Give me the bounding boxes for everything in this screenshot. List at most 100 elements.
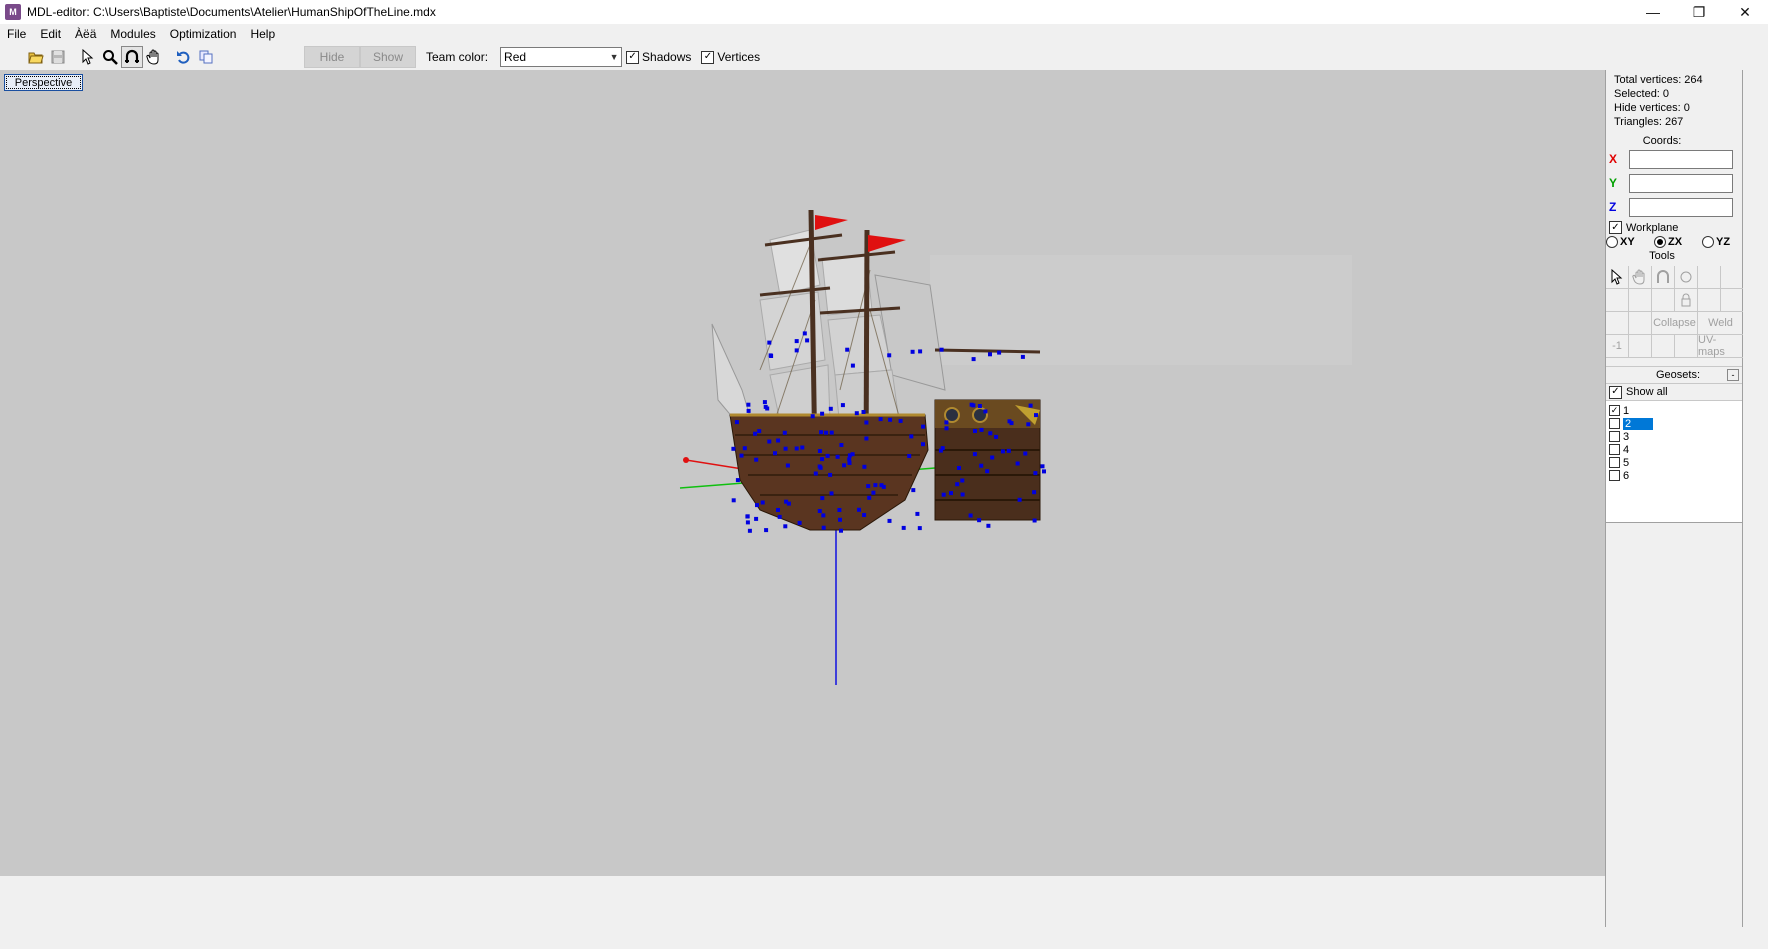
vertex-marker [762,400,767,405]
coord-y-input[interactable] [1629,173,1733,193]
geoset-item[interactable]: 4 [1609,443,1742,456]
vertex-marker [1032,518,1037,523]
close-button[interactable]: ✕ [1722,0,1768,24]
vertex-marker [990,455,995,460]
vertex-marker [938,448,943,453]
tool-empty-10[interactable] [1629,335,1652,358]
tool-lock[interactable] [1675,289,1698,312]
pan-tool-button[interactable] [143,46,165,68]
menu-edit[interactable]: Edit [33,27,68,41]
collapse-button[interactable]: Collapse [1652,312,1698,335]
vertex-marker [847,461,852,465]
vertex-marker [939,347,944,352]
tool-empty-7[interactable] [1721,289,1744,312]
team-color-select[interactable]: Red ▼ [500,47,623,67]
hide-button[interactable]: Hide [304,46,360,68]
rotate-tool-button[interactable] [121,46,143,68]
menu-aea[interactable]: Àëä [68,27,103,41]
vertex-marker [820,457,825,462]
uv-maps-button[interactable]: UV-maps [1698,334,1744,358]
vertex-marker [1032,490,1037,495]
rotate-icon [125,49,139,63]
vertex-marker [888,417,893,422]
geosets-minimize-button[interactable]: - [1727,369,1739,381]
window-controls: — ❐ ✕ [1630,0,1768,24]
tool-empty-9[interactable] [1629,312,1652,335]
radio-yz-circle [1702,236,1714,248]
vertex-marker [1020,354,1025,359]
menu-help[interactable]: Help [243,27,282,41]
tool-empty-8[interactable] [1606,312,1629,335]
vertex-marker [866,484,871,489]
vertex-marker [817,464,822,469]
vertex-marker [767,439,772,444]
panel-scrollbar[interactable] [1743,70,1768,927]
minimize-button[interactable]: — [1630,0,1676,24]
tool-empty-12[interactable] [1675,335,1698,358]
open-button[interactable] [25,46,47,68]
tool-empty-1[interactable] [1698,266,1721,289]
copy-button[interactable] [195,46,217,68]
vertex-marker [821,513,826,518]
vertex-marker [802,331,807,336]
tool-empty-2[interactable] [1721,266,1744,289]
zoom-tool-button[interactable] [99,46,121,68]
menu-optimization[interactable]: Optimization [163,27,244,41]
team-color-value: Red [504,50,527,64]
vertex-marker [901,525,906,530]
tool-pan[interactable] [1629,266,1652,289]
vertex-marker [909,434,914,439]
show-all-checkbox[interactable]: ✓ Show all [1606,384,1742,400]
radio-xy[interactable]: XY [1606,236,1654,248]
workplane-radio-group: XY ZX YZ [1606,236,1742,248]
coord-x-input[interactable] [1629,149,1733,169]
perspective-view-button[interactable]: Perspective [4,74,83,91]
tool-scale[interactable] [1675,266,1698,289]
toolbar: Hide Show Team color: Red ▼ ✓ Shadows ✓ … [0,45,1768,69]
workplane-checkbox[interactable]: ✓ Workplane [1606,221,1742,234]
vertex-marker [971,357,976,362]
radio-zx[interactable]: ZX [1654,236,1702,248]
geoset-item[interactable]: 2 [1609,417,1742,430]
menu-file[interactable]: File [0,27,33,41]
vertex-marker [971,403,976,408]
vertex-marker [878,417,883,422]
radio-yz[interactable]: YZ [1702,236,1730,248]
tool-empty-4[interactable] [1629,289,1652,312]
menu-modules[interactable]: Modules [103,27,162,41]
tool-empty-5[interactable] [1652,289,1675,312]
geoset-item[interactable]: 6 [1609,469,1742,482]
geosets-header: Geosets: - [1606,366,1742,384]
weld-button[interactable]: Weld [1698,312,1744,335]
copy-icon [199,50,213,64]
vertex-marker [764,528,769,533]
vertex-marker [997,350,1002,355]
save-button[interactable] [47,46,69,68]
coord-z-input[interactable] [1629,197,1733,217]
select-tool-button[interactable] [77,46,99,68]
tool-select[interactable] [1606,266,1629,289]
vertices-checkbox[interactable]: ✓ Vertices [701,50,760,64]
lock-icon [1681,293,1691,307]
vertex-marker [785,463,790,468]
viewport-3d[interactable]: Perspective [0,70,1605,876]
coord-row-y: Y [1606,171,1742,195]
tool-empty-6[interactable] [1698,289,1721,312]
minus-one-button[interactable]: -1 [1606,335,1629,358]
geoset-item[interactable]: ✓ 1 [1609,404,1742,417]
geoset-item[interactable]: 5 [1609,456,1742,469]
undo-button[interactable] [173,46,195,68]
restore-button[interactable]: ❐ [1676,0,1722,24]
vertex-marker [1028,403,1033,408]
toolbar-blank-button[interactable] [217,46,239,68]
menu-bar: File Edit Àëä Modules Optimization Help [0,24,282,44]
show-button[interactable]: Show [360,46,416,68]
ship-model-scene [679,209,1352,685]
tool-empty-11[interactable] [1652,335,1675,358]
tool-rotate[interactable] [1652,266,1675,289]
coord-row-z: Z [1606,195,1742,219]
vertex-marker [887,518,892,523]
geoset-item[interactable]: 3 [1609,430,1742,443]
shadows-checkbox[interactable]: ✓ Shadows [626,50,691,64]
tool-empty-3[interactable] [1606,289,1629,312]
